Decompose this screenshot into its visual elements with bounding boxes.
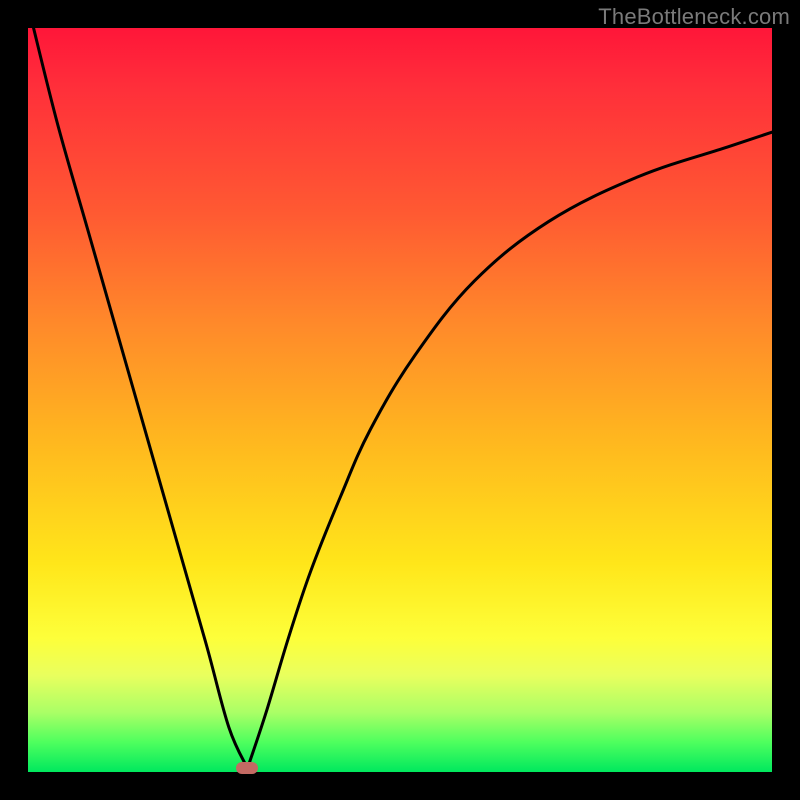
curve-minimum-marker (236, 762, 258, 774)
plot-area (28, 28, 772, 772)
curve-right-branch (247, 132, 772, 768)
bottleneck-curve (28, 28, 772, 772)
curve-left-branch (32, 28, 248, 768)
chart-frame: TheBottleneck.com (0, 0, 800, 800)
watermark-text: TheBottleneck.com (598, 4, 790, 30)
